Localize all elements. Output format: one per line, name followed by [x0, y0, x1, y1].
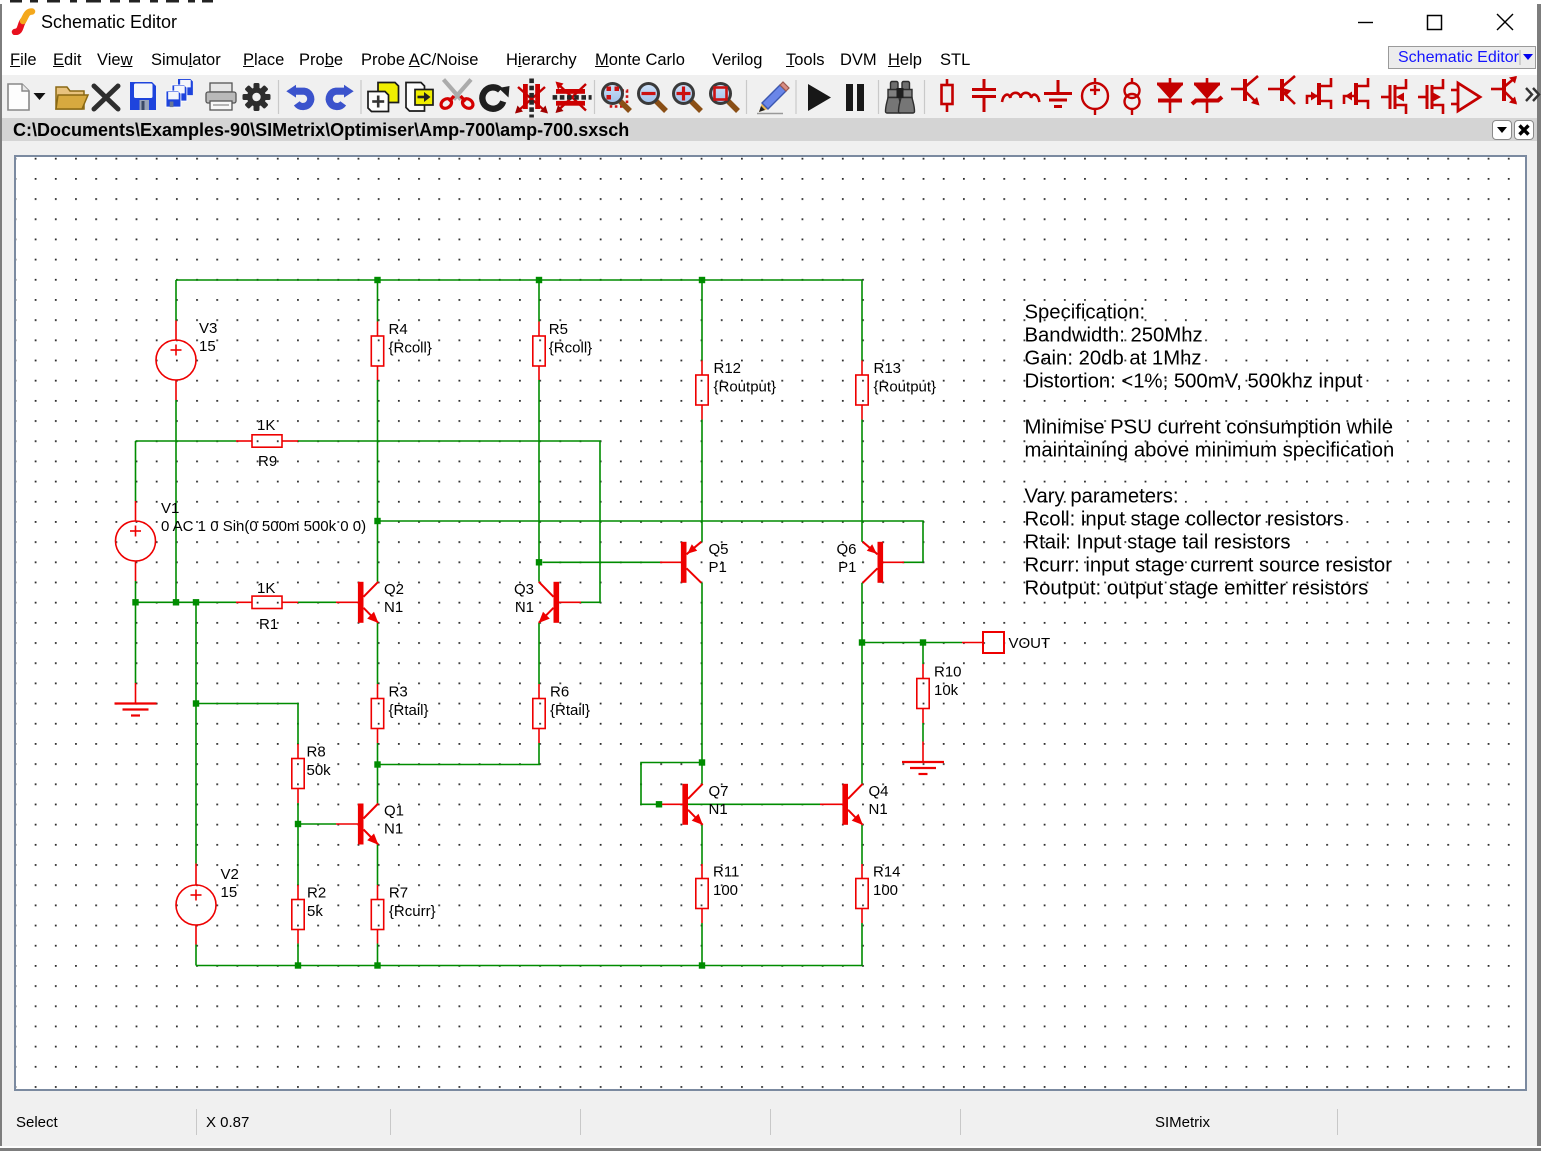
svg-text:R6: R6 — [550, 684, 569, 701]
svg-text:N1: N1 — [709, 801, 728, 818]
svg-text:Q2: Q2 — [384, 581, 404, 598]
svg-text:{Routput}: {Routput} — [874, 379, 937, 396]
svg-text:R7: R7 — [389, 885, 408, 902]
svg-text:R10: R10 — [934, 664, 962, 681]
svg-text:Q3: Q3 — [514, 581, 534, 598]
svg-text:5k: 5k — [307, 903, 323, 920]
svg-text:R5: R5 — [549, 321, 568, 338]
svg-text:Gain: 20db at 1Mhz: Gain: 20db at 1Mhz — [1025, 348, 1202, 370]
svg-text:Q7: Q7 — [709, 783, 729, 800]
svg-text:Vary parameters:: Vary parameters: — [1025, 486, 1179, 508]
svg-text:Rcoll: input stage collector r: Rcoll: input stage collector resistors — [1025, 509, 1344, 531]
svg-text:R3: R3 — [389, 684, 408, 701]
svg-text:N1: N1 — [869, 801, 888, 818]
svg-text:N1: N1 — [515, 599, 534, 616]
svg-text:V1: V1 — [161, 500, 179, 517]
svg-text:V2: V2 — [221, 866, 239, 883]
svg-text:R11: R11 — [713, 864, 739, 881]
svg-text:Q1: Q1 — [384, 803, 404, 820]
svg-text:{Rcurr}: {Rcurr} — [389, 903, 436, 920]
svg-text:100: 100 — [873, 882, 898, 899]
svg-text:1K: 1K — [257, 580, 275, 597]
svg-text:Distortion: <1%; 500mV, 500khz: Distortion: <1%; 500mV, 500khz input — [1025, 371, 1363, 393]
svg-text:R13: R13 — [874, 360, 902, 377]
svg-text:R14: R14 — [873, 864, 901, 881]
svg-text:1K: 1K — [257, 417, 275, 434]
svg-text:Q4: Q4 — [869, 783, 889, 800]
svg-text:{Rcoll}: {Rcoll} — [549, 340, 592, 357]
svg-text:R8: R8 — [307, 744, 326, 761]
svg-text:P1: P1 — [838, 559, 856, 576]
svg-text:Rcurr: input stage current sou: Rcurr: input stage current source resist… — [1025, 555, 1393, 577]
svg-text:Routput: output stage emitter: Routput: output stage emitter resistors — [1025, 578, 1369, 600]
svg-text:15: 15 — [221, 884, 238, 901]
svg-text:0 AC 1 0 Sin(0 500m 500k 0 0): 0 AC 1 0 Sin(0 500m 500k 0 0) — [161, 518, 366, 535]
svg-text:Rtail: Input stage tail resist: Rtail: Input stage tail resistors — [1025, 532, 1291, 554]
svg-text:15: 15 — [199, 338, 216, 355]
svg-text:N1: N1 — [384, 599, 403, 616]
svg-text:Bandwidth: 250Mhz: Bandwidth: 250Mhz — [1025, 325, 1203, 347]
svg-text:100: 100 — [713, 882, 738, 899]
svg-text:V3: V3 — [199, 320, 217, 337]
svg-text:{Rtail}: {Rtail} — [389, 702, 429, 719]
svg-text:N1: N1 — [384, 821, 403, 838]
svg-text:P1: P1 — [709, 559, 727, 576]
svg-text:VOUT: VOUT — [1009, 635, 1051, 652]
svg-text:50k: 50k — [307, 762, 332, 779]
svg-text:Specification:: Specification: — [1025, 302, 1146, 324]
svg-text:Q5: Q5 — [709, 541, 729, 558]
svg-text:R9: R9 — [258, 453, 277, 470]
svg-text:R4: R4 — [389, 321, 408, 338]
svg-text:Q6: Q6 — [836, 541, 856, 558]
svg-text:R1: R1 — [259, 616, 278, 633]
svg-text:Minimise PSU current consumpti: Minimise PSU current consumption while — [1025, 417, 1394, 439]
svg-text:maintaining above minimum spec: maintaining above minimum specification — [1025, 440, 1395, 462]
svg-text:{Routput}: {Routput} — [714, 379, 777, 396]
svg-text:{Rcoll}: {Rcoll} — [389, 340, 432, 357]
svg-text:R12: R12 — [714, 360, 742, 377]
svg-text:{Rtail}: {Rtail} — [550, 702, 590, 719]
svg-text:10k: 10k — [934, 682, 959, 699]
svg-text:R2: R2 — [307, 885, 326, 902]
